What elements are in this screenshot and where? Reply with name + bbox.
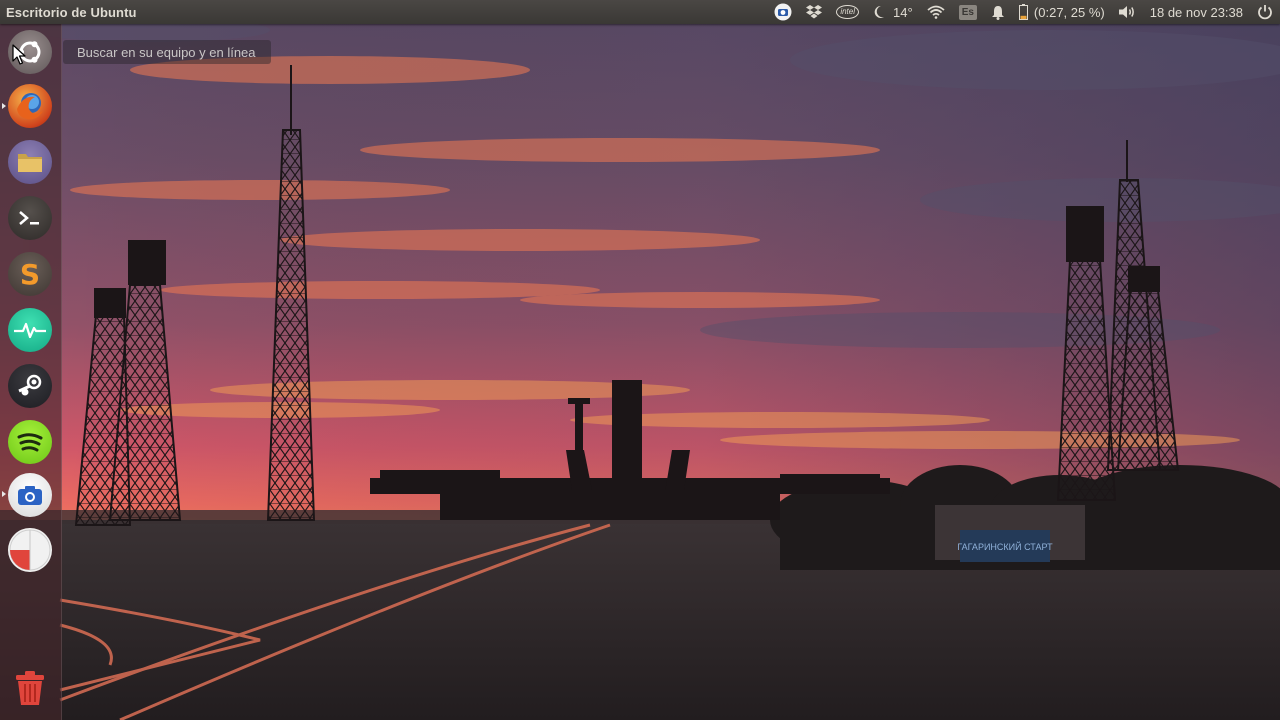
launch-site-sign: ГАГАРИНСКИЙ СТАРТ (957, 541, 1053, 552)
screenshot-running-pip (2, 491, 6, 497)
files-icon[interactable] (8, 140, 52, 184)
intel-icon[interactable]: intel (829, 0, 866, 24)
unity-launcher: S (0, 24, 62, 720)
keyboard-layout: Es (958, 4, 977, 20)
battery-status-text: (0:27, 25 %) (1033, 4, 1105, 20)
dash-search-hint: Buscar en su equipo y en línea (63, 40, 271, 64)
camera-indicator-icon[interactable] (767, 0, 799, 24)
desktop-wallpaper: ГАГАРИНСКИЙ СТАРТ (0, 0, 1280, 720)
window-title: Escritorio de Ubuntu (6, 4, 137, 20)
weather-moon-icon (874, 5, 885, 18)
wifi-icon[interactable] (920, 0, 952, 24)
firefox-icon[interactable] (8, 84, 52, 128)
session-power-icon[interactable] (1250, 0, 1280, 24)
screenshot-camera-icon[interactable] (8, 473, 52, 517)
dropbox-icon[interactable] (799, 0, 829, 24)
temperature-text: 14° (893, 4, 913, 20)
notification-bell-icon[interactable] (984, 0, 1012, 24)
steam-icon[interactable] (8, 364, 52, 408)
clock[interactable]: 18 de nov 23:38 (1143, 0, 1250, 24)
mouse-pointer-icon (12, 44, 26, 65)
terminal-icon[interactable] (8, 196, 52, 240)
keyboard-layout-indicator[interactable]: Es (952, 0, 984, 24)
indicator-area: intel 14° Es (0:27, 25 %) 18 de nov 23:3… (767, 0, 1280, 24)
sublime-text-icon[interactable]: S (8, 252, 52, 296)
battery-icon (1018, 4, 1028, 20)
battery-indicator[interactable]: (0:27, 25 %) (1012, 0, 1112, 24)
disk-usage-icon[interactable] (8, 528, 52, 572)
sublime-letter: S (19, 257, 41, 291)
weather-indicator[interactable]: 14° (866, 0, 920, 24)
system-monitor-icon[interactable] (8, 308, 52, 352)
trash-icon[interactable] (8, 666, 52, 710)
firefox-running-pip (2, 103, 6, 109)
volume-icon[interactable] (1112, 0, 1143, 24)
spotify-icon[interactable] (8, 420, 52, 464)
top-panel: Escritorio de Ubuntu intel 14° Es (0:27,… (0, 0, 1280, 24)
